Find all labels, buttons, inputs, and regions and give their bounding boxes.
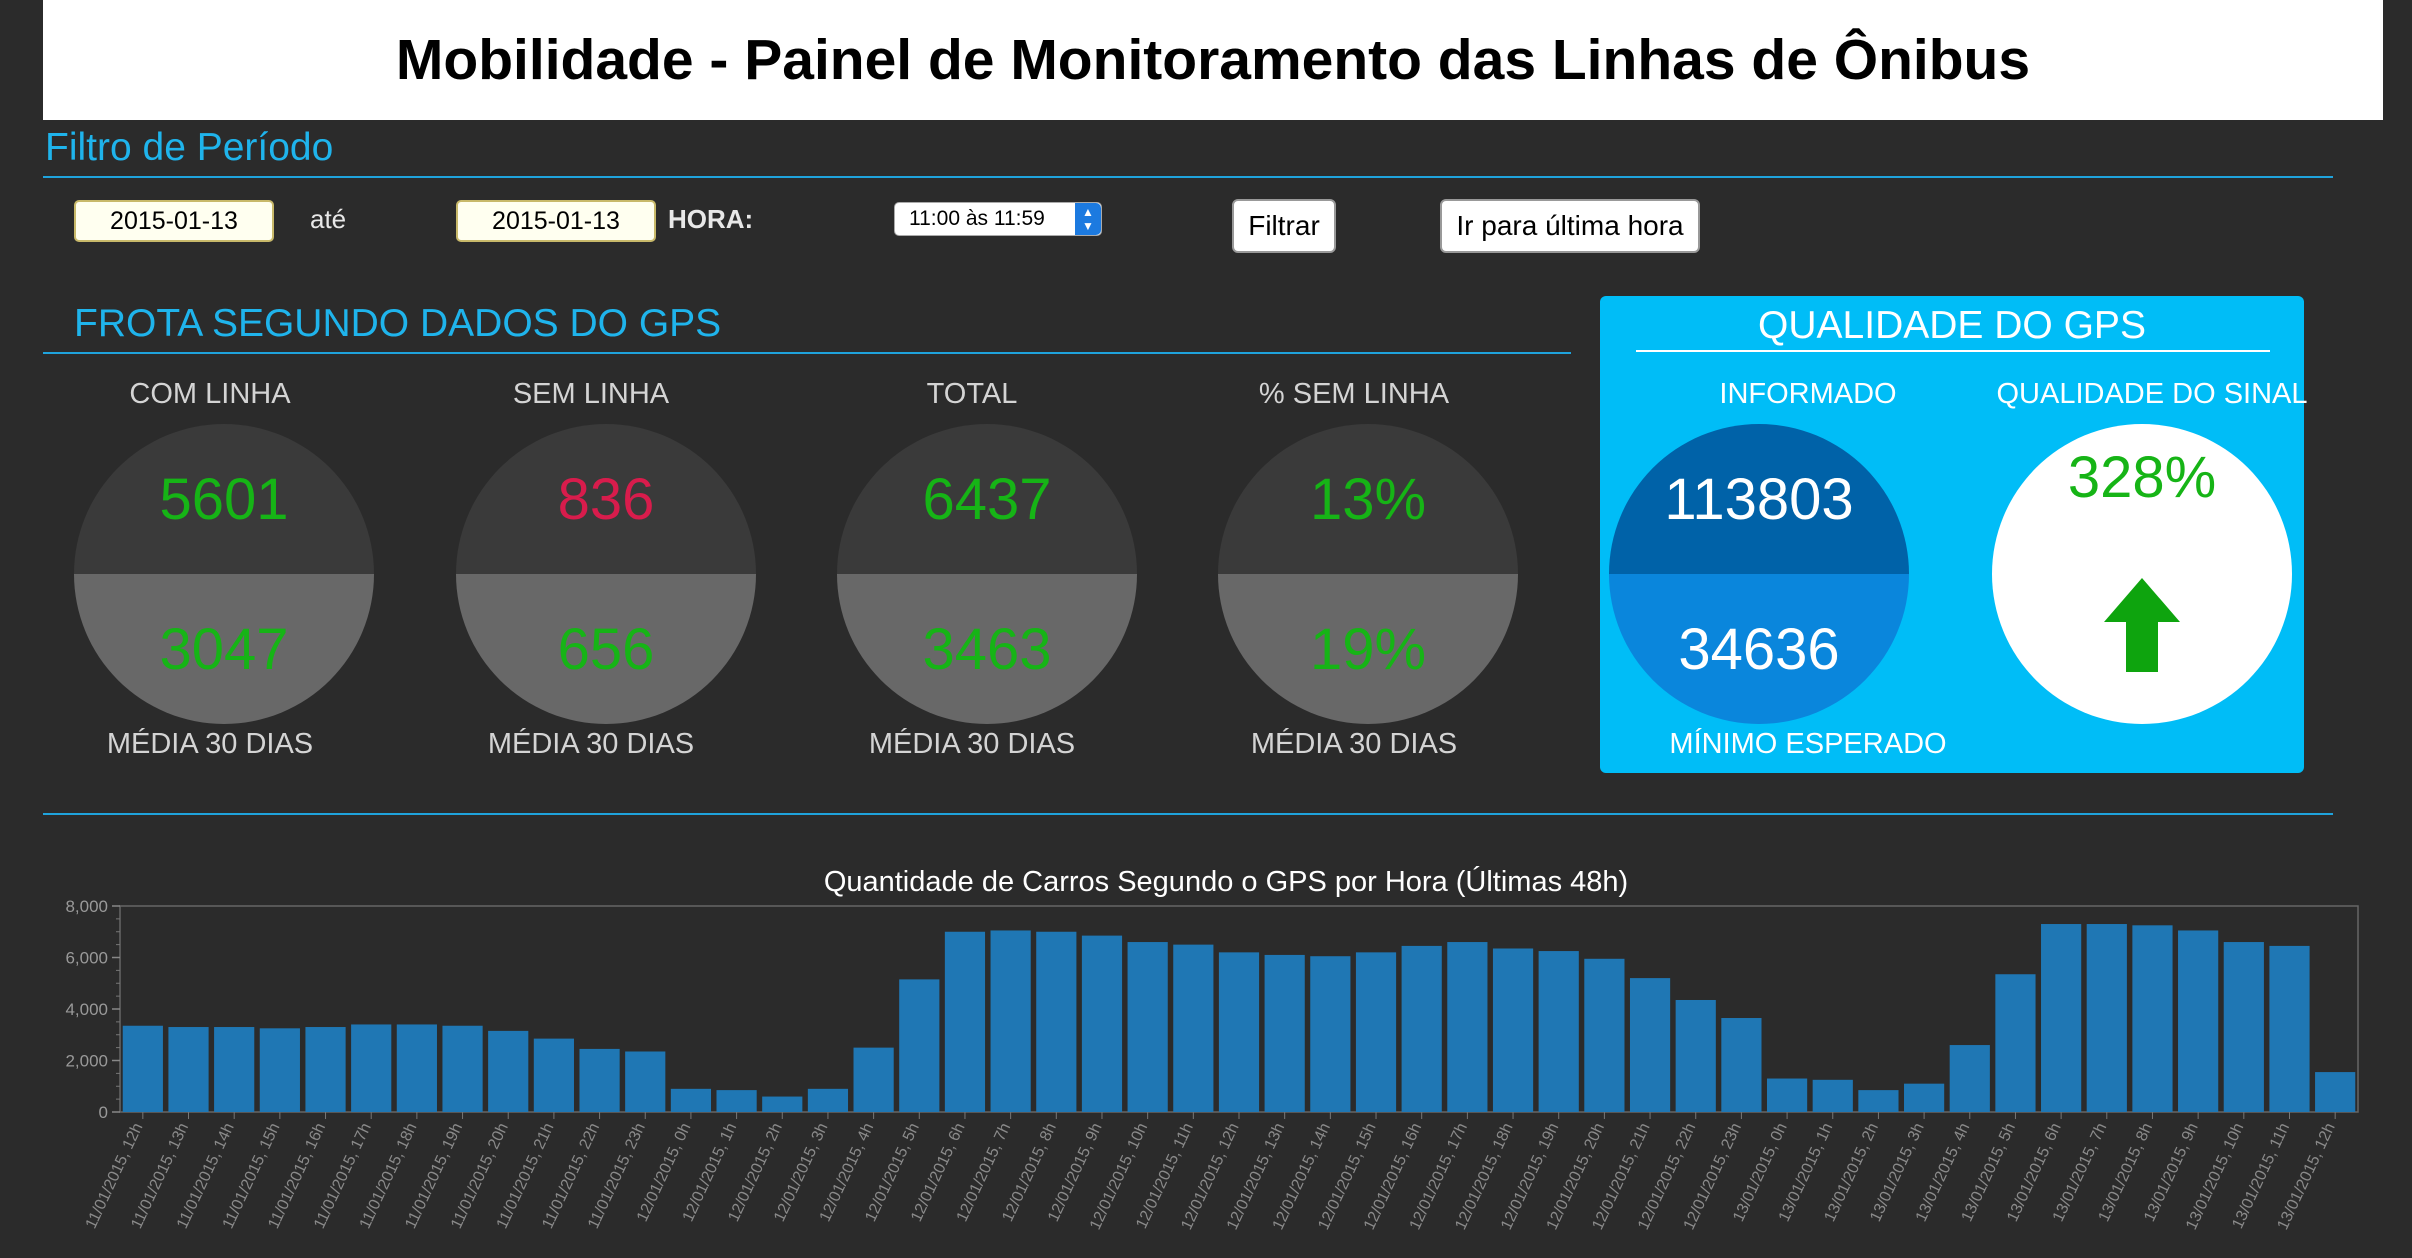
bar xyxy=(2223,942,2264,1112)
y-tick-label: 8,000 xyxy=(65,897,108,916)
bar xyxy=(1081,935,1123,1112)
bar xyxy=(1904,1083,1945,1112)
bar xyxy=(1173,944,1214,1112)
bar xyxy=(1812,1079,1853,1112)
bar xyxy=(214,1027,255,1112)
bar xyxy=(1675,999,1716,1112)
bar xyxy=(2315,1072,2356,1112)
y-tick-label: 0 xyxy=(99,1103,108,1122)
y-tick-label: 4,000 xyxy=(65,1000,108,1019)
bar xyxy=(944,931,986,1112)
bar xyxy=(1584,958,1625,1112)
y-tick-label: 6,000 xyxy=(65,949,108,968)
bar xyxy=(1721,1018,1762,1112)
y-tick-label: 2,000 xyxy=(65,1052,108,1071)
bar xyxy=(2269,945,2310,1112)
bar xyxy=(442,1025,483,1112)
bar xyxy=(1995,974,2036,1112)
bar xyxy=(853,1047,894,1112)
bar xyxy=(762,1096,803,1112)
bar xyxy=(1492,948,1534,1112)
bar xyxy=(670,1088,712,1112)
bar xyxy=(1949,1045,1990,1112)
bar xyxy=(1538,951,1579,1112)
bar xyxy=(1310,956,1351,1112)
bar xyxy=(396,1024,437,1112)
bar xyxy=(579,1048,620,1112)
bar xyxy=(1036,931,1077,1112)
bar xyxy=(1264,954,1305,1112)
bar xyxy=(2041,924,2082,1112)
bar xyxy=(533,1038,574,1112)
bar xyxy=(305,1027,346,1112)
bar xyxy=(168,1027,209,1112)
bar xyxy=(990,930,1031,1112)
bar xyxy=(625,1051,666,1112)
bar xyxy=(1766,1078,1808,1112)
bar xyxy=(1127,942,1168,1112)
bar xyxy=(259,1028,300,1112)
bar xyxy=(2132,925,2173,1112)
bar xyxy=(899,979,940,1112)
bar xyxy=(351,1024,392,1112)
bar xyxy=(2086,924,2127,1112)
bar xyxy=(716,1090,757,1112)
bar xyxy=(2178,930,2219,1112)
bar xyxy=(1401,945,1442,1112)
bar xyxy=(1858,1090,1899,1112)
bar xyxy=(1218,952,1260,1112)
bar xyxy=(1355,952,1397,1112)
bar-chart: 02,0004,0006,0008,00011/01/2015, 12h11/0… xyxy=(65,897,2359,1233)
bar xyxy=(122,1025,163,1112)
bar xyxy=(1447,942,1488,1112)
bar xyxy=(807,1088,849,1112)
bar xyxy=(1629,978,1671,1112)
bar xyxy=(488,1030,529,1112)
